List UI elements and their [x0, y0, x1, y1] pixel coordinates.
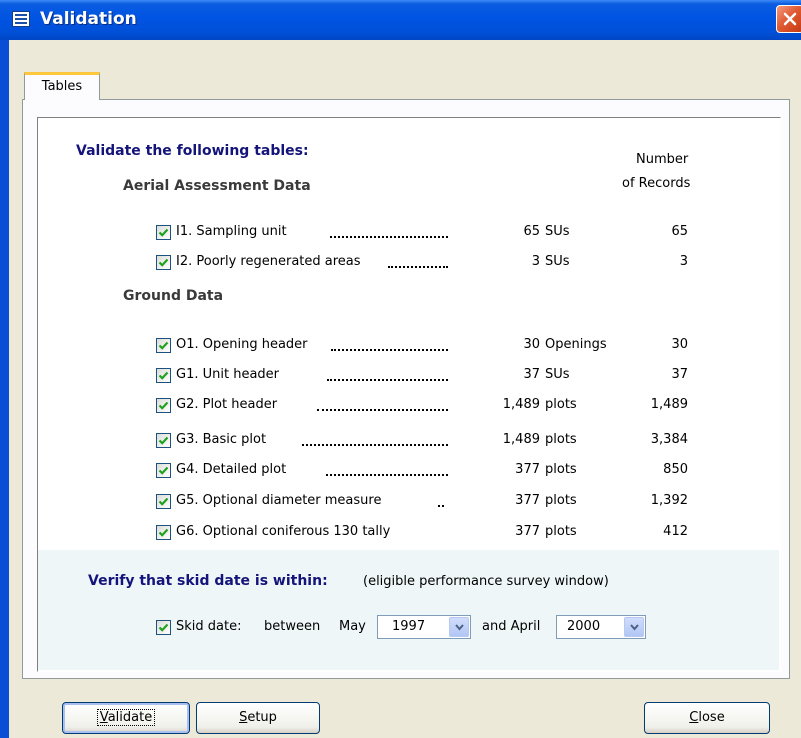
- close-icon: [783, 12, 797, 26]
- table-checkbox[interactable]: [156, 338, 171, 353]
- end-year-select[interactable]: 2000: [556, 615, 646, 639]
- tables-heading: Validate the following tables:: [76, 143, 309, 159]
- table-checkbox[interactable]: [156, 525, 171, 540]
- table-count: 3: [531, 254, 540, 269]
- table-label: G3. Basic plot: [176, 432, 267, 447]
- end-year-dropdown-button[interactable]: [624, 617, 644, 637]
- table-count: 1,489: [502, 432, 540, 447]
- checkmark-icon: [158, 228, 169, 237]
- skid-heading: Verify that skid date is within:: [88, 573, 328, 589]
- table-records: 3: [679, 254, 688, 269]
- close-button[interactable]: Close: [644, 702, 770, 734]
- start-year-select[interactable]: 1997: [377, 615, 471, 639]
- checkmark-icon: [158, 401, 169, 410]
- table-records: 3,384: [650, 432, 688, 447]
- start-year-dropdown-button[interactable]: [449, 617, 469, 637]
- checkmark-icon: [158, 466, 169, 475]
- setup-label: etup: [247, 710, 277, 725]
- leader-dots: [330, 226, 448, 238]
- table-records: 30: [671, 337, 688, 352]
- end-month-label: and April: [482, 619, 541, 634]
- table-count: 1,489: [502, 397, 540, 412]
- table-checkbox[interactable]: [156, 225, 171, 240]
- start-year-value: 1997: [392, 619, 426, 634]
- table-unit: plots: [545, 493, 577, 508]
- leader-dots: [438, 495, 444, 507]
- checkmark-icon: [158, 528, 169, 537]
- form-icon: [12, 11, 30, 27]
- checkmark-icon: [158, 371, 169, 380]
- checkmark-icon: [158, 258, 169, 267]
- table-records: 37: [671, 367, 688, 382]
- table-checkbox[interactable]: [156, 368, 171, 383]
- chevron-down-icon: [630, 624, 639, 631]
- window-frame-left: [0, 40, 9, 738]
- table-label: O1. Opening header: [176, 337, 308, 352]
- table-records: 412: [663, 524, 688, 539]
- table-records: 1,489: [650, 397, 688, 412]
- leader-dots: [302, 434, 448, 446]
- checkmark-icon: [158, 497, 169, 506]
- records-header-line1: Number: [636, 152, 689, 167]
- window-title: Validation: [40, 9, 137, 29]
- title-bar: Validation: [0, 0, 801, 40]
- chevron-down-icon: [455, 624, 464, 631]
- table-count: 65: [523, 224, 540, 239]
- checkmark-icon: [158, 436, 169, 445]
- table-label: G1. Unit header: [176, 367, 280, 382]
- table-unit: Openings: [545, 337, 607, 352]
- table-count: 377: [515, 493, 540, 508]
- leader-dots: [331, 339, 448, 351]
- table-unit: plots: [545, 524, 577, 539]
- table-records: 850: [663, 462, 688, 477]
- close-mnemonic: C: [689, 710, 699, 725]
- skid-date-band: [38, 550, 779, 670]
- table-label: G2. Plot header: [176, 397, 278, 412]
- start-month-label: May: [339, 619, 366, 634]
- table-label: G6. Optional coniferous 130 tally: [176, 524, 391, 539]
- checkmark-icon: [158, 341, 169, 350]
- table-count: 30: [523, 337, 540, 352]
- leader-dots: [388, 256, 448, 268]
- records-header-line2: of Records: [622, 176, 691, 191]
- table-checkbox[interactable]: [156, 255, 171, 270]
- skid-date-label: Skid date:: [176, 619, 242, 634]
- table-count: 377: [515, 462, 540, 477]
- group-title-aerial: Aerial Assessment Data: [123, 178, 311, 194]
- checkmark-icon: [158, 623, 169, 632]
- skid-date-checkbox[interactable]: [156, 620, 171, 635]
- table-checkbox[interactable]: [156, 494, 171, 509]
- table-label: G5. Optional diameter measure: [176, 493, 382, 508]
- leader-dots: [327, 369, 448, 381]
- leader-dots: [317, 399, 448, 411]
- leader-dots: [326, 464, 448, 476]
- validate-label: alidate: [107, 710, 153, 725]
- table-label: G4. Detailed plot: [176, 462, 287, 477]
- window-close-button[interactable]: [776, 5, 801, 33]
- table-unit: plots: [545, 397, 577, 412]
- table-label: I2. Poorly regenerated areas: [176, 254, 361, 269]
- end-year-value: 2000: [567, 619, 601, 634]
- table-records: 65: [671, 224, 688, 239]
- validate-button[interactable]: Validate: [62, 702, 190, 734]
- skid-note: (eligible performance survey window): [363, 574, 609, 589]
- table-unit: plots: [545, 462, 577, 477]
- table-label: I1. Sampling unit: [176, 224, 287, 239]
- table-count: 37: [523, 367, 540, 382]
- table-checkbox[interactable]: [156, 463, 171, 478]
- between-label: between: [264, 619, 321, 634]
- setup-button[interactable]: Setup: [196, 702, 320, 734]
- close-label: lose: [698, 710, 725, 725]
- table-records: 1,392: [650, 493, 688, 508]
- table-unit: SUs: [545, 367, 570, 382]
- validate-mnemonic: V: [99, 710, 108, 725]
- table-unit: plots: [545, 432, 577, 447]
- table-unit: SUs: [545, 224, 570, 239]
- tab-tables[interactable]: Tables: [24, 72, 100, 100]
- table-checkbox[interactable]: [156, 433, 171, 448]
- group-title-ground: Ground Data: [123, 288, 224, 304]
- table-unit: SUs: [545, 254, 570, 269]
- table-checkbox[interactable]: [156, 398, 171, 413]
- table-count: 377: [515, 524, 540, 539]
